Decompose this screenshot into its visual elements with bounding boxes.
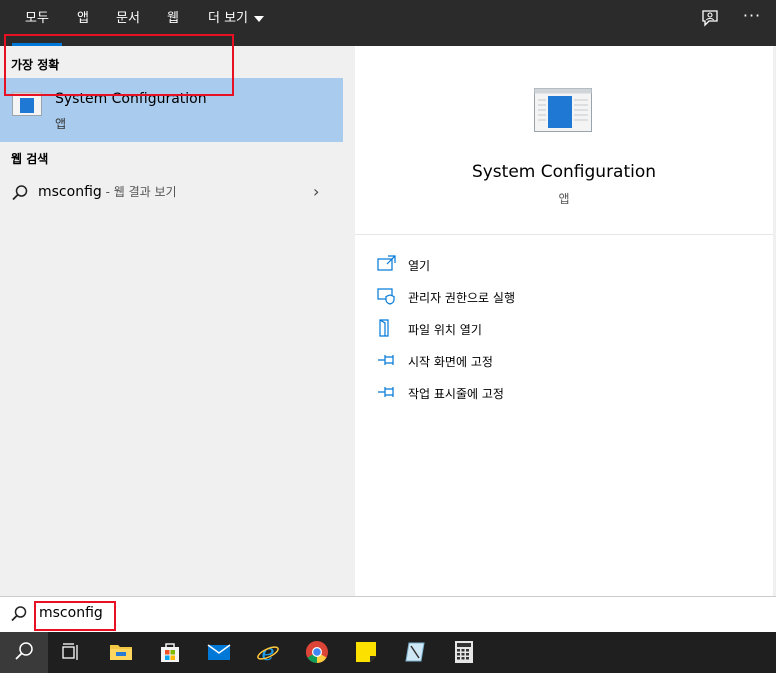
taskbar-snipping-tool[interactable] [391,632,439,673]
best-match-title: System Configuration [55,91,207,107]
web-search-result[interactable]: msconfig - 웹 결과 보기 › [0,176,343,208]
sticky-notes-icon [356,642,376,662]
chrome-icon [306,641,328,663]
search-input[interactable]: msconfig [39,605,103,621]
web-search-query: msconfig [38,184,102,200]
tab-all-label: 모두 [25,11,49,26]
search-box[interactable]: msconfig [0,596,776,632]
taskbar-chrome[interactable] [293,632,341,673]
tab-more[interactable]: 더 보기 [200,0,272,46]
search-icon [12,185,28,201]
taskbar-microsoft-store[interactable] [146,632,194,673]
tab-documents-label: 문서 [116,11,140,26]
web-search-hint: - 웹 결과 보기 [101,185,177,199]
system-configuration-icon [534,88,592,132]
tab-web[interactable]: 웹 [160,0,186,46]
taskbar-sticky-notes[interactable] [342,632,390,673]
calculator-icon [455,641,473,663]
file-location-icon [379,319,389,337]
shield-admin-icon [377,288,395,305]
search-icon [11,606,27,622]
more-options-icon[interactable]: ··· [740,6,764,30]
best-match-heading: 가장 정확 [11,58,60,72]
taskbar-internet-explorer[interactable]: e [244,632,292,673]
snipping-tool-icon [405,642,425,662]
system-configuration-icon [12,92,42,116]
svg-text:e: e [261,641,274,664]
tab-apps-label: 앱 [77,11,89,26]
preview-pane: System Configuration 앱 열기 관리자 권한으로 실행 파일… [355,46,773,596]
internet-explorer-icon: e [257,641,279,664]
preview-header: System Configuration 앱 [355,46,773,235]
action-pin-to-start-label: 시작 화면에 고정 [408,355,493,369]
best-match-result[interactable]: System Configuration 앱 [0,78,343,142]
pin-icon [378,387,394,397]
taskbar-search-button[interactable] [0,632,48,673]
action-open-file-location-label: 파일 위치 열기 [408,323,482,337]
best-match-type: 앱 [55,117,67,131]
preview-title: System Configuration [471,162,657,182]
mail-icon [207,644,231,660]
taskbar-mail[interactable] [195,632,243,673]
results-pane: 가장 정확 System Configuration 앱 웹 검색 msconf… [0,46,343,596]
preview-type: 앱 [558,192,570,206]
search-filter-bar: 모두 앱 문서 웹 더 보기 ··· [0,0,776,46]
taskbar-task-view[interactable] [47,632,95,673]
pin-icon [378,355,394,365]
feedback-icon[interactable] [698,8,722,32]
task-view-icon [62,643,78,660]
tab-all[interactable]: 모두 [12,0,62,46]
file-explorer-icon [110,645,132,660]
chevron-right-icon: › [313,182,320,201]
action-open-label: 열기 [408,259,431,273]
taskbar: e [0,632,776,673]
taskbar-calculator[interactable] [440,632,488,673]
web-search-heading: 웹 검색 [11,152,49,166]
tab-more-label: 더 보기 [207,11,248,26]
tab-apps[interactable]: 앱 [70,0,96,46]
tab-web-label: 웹 [167,11,179,26]
search-icon [15,642,33,660]
taskbar-file-explorer[interactable] [97,632,145,673]
action-run-as-admin-label: 관리자 권한으로 실행 [408,291,515,305]
open-icon [377,255,396,271]
chevron-down-icon [254,15,264,22]
microsoft-store-icon [161,643,179,662]
tab-documents[interactable]: 문서 [108,0,148,46]
action-pin-to-taskbar-label: 작업 표시줄에 고정 [408,387,504,401]
